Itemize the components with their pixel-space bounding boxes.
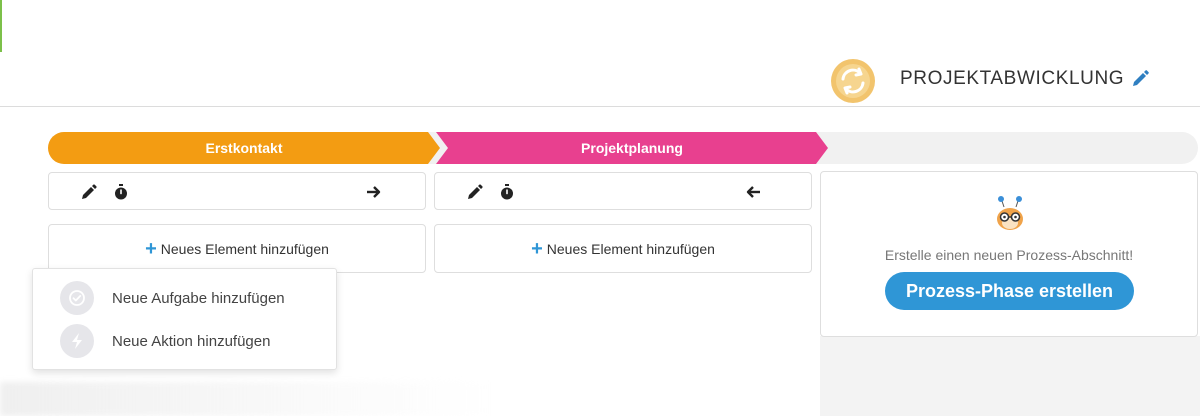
new-phase-prompt: Erstelle einen neuen Prozess-Abschnitt! xyxy=(884,247,1134,263)
stopwatch-icon[interactable] xyxy=(498,183,516,201)
pencil-icon[interactable] xyxy=(466,183,484,201)
faded-background xyxy=(0,382,490,416)
project-logo-icon xyxy=(831,59,875,103)
plus-icon: + xyxy=(531,237,543,260)
new-phase-card: Erstelle einen neuen Prozess-Abschnitt! … xyxy=(820,171,1198,337)
check-circle-icon xyxy=(60,281,94,315)
add-element-button[interactable]: + Neues Element hinzufügen xyxy=(434,224,812,273)
phase-label: Projektplanung xyxy=(581,140,683,156)
phase-label: Erstkontakt xyxy=(205,140,283,156)
pencil-icon[interactable] xyxy=(1130,69,1150,89)
empty-column-area xyxy=(820,336,1200,416)
plus-icon: + xyxy=(145,237,157,260)
add-element-label: Neues Element hinzufügen xyxy=(546,240,715,257)
phase-erstkontakt[interactable]: Erstkontakt xyxy=(48,132,440,164)
menu-item-new-action[interactable]: Neue Aktion hinzufügen xyxy=(33,320,336,362)
project-title-text: PROJEKTABWICKLUNG xyxy=(900,68,1125,89)
app-root: PROJEKTABWICKLUNG Erstkontakt Projektpla… xyxy=(0,0,1200,416)
arrow-right-icon[interactable] xyxy=(365,183,383,201)
stopwatch-icon[interactable] xyxy=(112,183,130,201)
menu-item-new-task[interactable]: Neue Aufgabe hinzufügen xyxy=(33,277,336,319)
header: PROJEKTABWICKLUNG xyxy=(0,0,1200,107)
lightning-icon xyxy=(60,324,94,358)
pencil-icon[interactable] xyxy=(80,183,98,201)
arrow-left-icon[interactable] xyxy=(744,183,762,201)
column-1-toolbar xyxy=(48,172,426,210)
add-element-label: Neues Element hinzufügen xyxy=(160,240,329,257)
create-phase-button[interactable]: Prozess-Phase erstellen xyxy=(885,272,1134,310)
add-element-button[interactable]: + Neues Element hinzufügen xyxy=(48,224,426,273)
add-element-dropdown: Neue Aufgabe hinzufügen Neue Aktion hinz… xyxy=(32,268,337,370)
menu-item-label: Neue Aufgabe hinzufügen xyxy=(112,289,285,307)
project-title: PROJEKTABWICKLUNG xyxy=(900,68,1150,90)
mascot-icon xyxy=(997,196,1023,230)
phase-projektplanung[interactable]: Projektplanung xyxy=(436,132,828,164)
column-2-toolbar xyxy=(434,172,812,210)
menu-item-label: Neue Aktion hinzufügen xyxy=(112,332,271,350)
